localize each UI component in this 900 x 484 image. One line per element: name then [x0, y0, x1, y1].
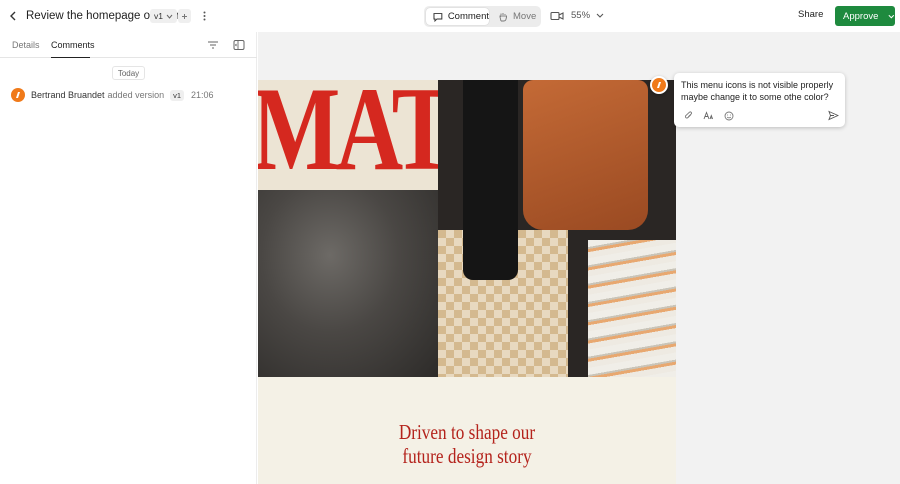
- zoom-value: 55%: [571, 10, 591, 21]
- activity-version-badge: v1: [170, 89, 185, 101]
- video-button[interactable]: [550, 10, 564, 22]
- move-mode-button[interactable]: Move: [492, 8, 538, 25]
- approve-label: Approve: [843, 10, 879, 22]
- hero-photo-left: MATRE: [258, 80, 575, 377]
- text-format-icon: [703, 110, 714, 119]
- send-icon: [828, 110, 840, 121]
- activity-time: 21:06: [191, 90, 214, 100]
- comment-input[interactable]: This menu icons is not visible properly …: [681, 79, 841, 103]
- active-tab-indicator: [51, 57, 90, 58]
- activity-action: added version: [107, 90, 165, 100]
- move-mode-label: Move: [513, 11, 537, 22]
- kebab-icon: [203, 11, 205, 21]
- attach-icon: [684, 110, 692, 118]
- avatar: [11, 88, 25, 102]
- filter-button[interactable]: [207, 39, 219, 51]
- chair-image: [523, 80, 648, 230]
- activity-item: Bertrand Bruandet added version v1 21:06: [11, 88, 214, 102]
- back-button[interactable]: [6, 8, 20, 24]
- mode-toggle: Comment Move: [424, 6, 541, 27]
- zoom-selector[interactable]: 55%: [571, 10, 604, 21]
- person-image: [463, 80, 518, 280]
- panel-icon: [233, 40, 245, 50]
- approve-button[interactable]: Approve: [835, 6, 895, 26]
- hand-icon: [499, 12, 507, 21]
- artboard[interactable]: MATRE Driven to shape our future design …: [258, 80, 676, 484]
- brand-logo-icon: [16, 92, 20, 98]
- chevron-down-icon: [166, 14, 173, 19]
- text-format-button[interactable]: [703, 110, 714, 121]
- chevron-down-icon: [596, 13, 604, 18]
- comment-icon: [433, 12, 443, 22]
- comment-pin[interactable]: [650, 76, 668, 94]
- headline-line-2: future design story: [402, 444, 532, 468]
- toggle-panel-button[interactable]: [233, 39, 245, 51]
- share-button[interactable]: Share: [798, 9, 823, 20]
- books-image: [588, 240, 676, 377]
- comments-sidebar: Details Comments Today Bertrand Bruandet…: [0, 32, 257, 484]
- video-icon: [550, 11, 564, 21]
- version-selector[interactable]: v1: [150, 9, 177, 23]
- attach-button[interactable]: [683, 110, 694, 121]
- top-bar: Review the homepage of Matre v1 Comment …: [0, 0, 900, 32]
- plus-icon: [182, 13, 187, 19]
- leather-bag-image: [258, 190, 438, 377]
- emoji-icon: [724, 111, 733, 120]
- send-button[interactable]: [828, 110, 840, 121]
- comment-mode-label: Comment: [447, 11, 489, 22]
- comment-mode-button[interactable]: Comment: [426, 8, 489, 25]
- sidebar-tabs: Details Comments: [0, 32, 257, 58]
- composer-toolbar: [683, 110, 734, 121]
- emoji-button[interactable]: [723, 110, 734, 121]
- add-version-button[interactable]: [178, 9, 191, 23]
- tab-details[interactable]: Details: [12, 40, 40, 50]
- chevron-down-icon: [888, 14, 895, 18]
- brand-logo-icon: [657, 82, 661, 88]
- back-icon: [10, 11, 16, 21]
- hero-photo-right: [438, 80, 676, 377]
- version-label: v1: [154, 11, 163, 21]
- hero-photo: MATRE: [258, 80, 676, 377]
- filter-icon: [208, 41, 218, 49]
- hero-headline: Driven to shape our future design story: [296, 420, 639, 468]
- date-divider: Today: [112, 66, 145, 80]
- headline-line-1: Driven to shape our: [398, 420, 536, 444]
- more-options-button[interactable]: [198, 9, 210, 23]
- tab-comments[interactable]: Comments: [51, 40, 95, 50]
- activity-user: Bertrand Bruandet: [31, 90, 105, 100]
- comment-composer: This menu icons is not visible properly …: [674, 73, 845, 127]
